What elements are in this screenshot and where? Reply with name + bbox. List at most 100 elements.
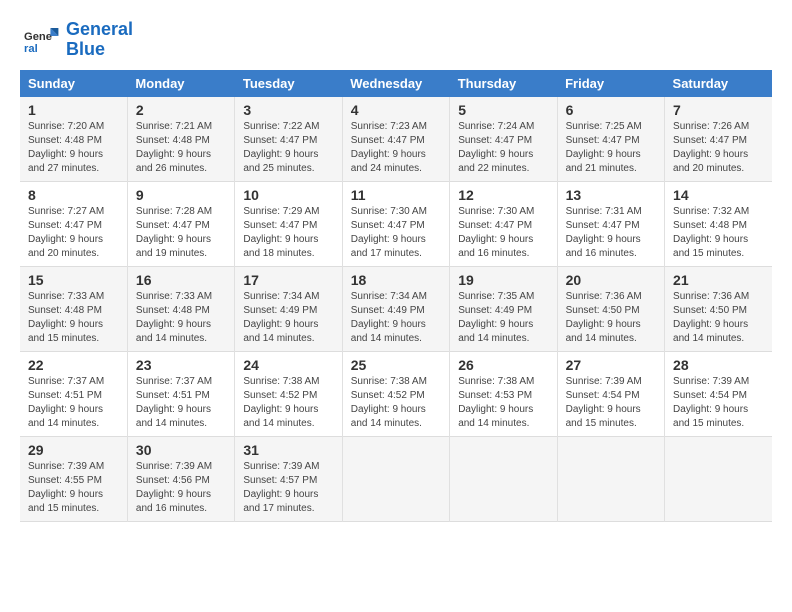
calendar-cell: 3 Sunrise: 7:22 AM Sunset: 4:47 PM Dayli… xyxy=(235,97,342,182)
week-row-5: 29 Sunrise: 7:39 AM Sunset: 4:55 PM Dayl… xyxy=(20,437,772,522)
calendar-cell xyxy=(342,437,449,522)
svg-text:Gene: Gene xyxy=(24,31,52,43)
day-info: Sunrise: 7:36 AM Sunset: 4:50 PM Dayligh… xyxy=(566,290,656,346)
calendar-cell: 31 Sunrise: 7:39 AM Sunset: 4:57 PM Dayl… xyxy=(235,437,342,522)
logo-text: GeneralBlue xyxy=(66,20,133,60)
week-row-2: 8 Sunrise: 7:27 AM Sunset: 4:47 PM Dayli… xyxy=(20,182,772,267)
calendar-table: SundayMondayTuesdayWednesdayThursdayFrid… xyxy=(20,70,772,522)
calendar-cell xyxy=(450,437,557,522)
day-number: 20 xyxy=(566,272,656,288)
logo-icon: Gene ral xyxy=(20,20,60,60)
calendar-cell: 7 Sunrise: 7:26 AM Sunset: 4:47 PM Dayli… xyxy=(665,97,772,182)
calendar-header-row: SundayMondayTuesdayWednesdayThursdayFrid… xyxy=(20,70,772,97)
day-info: Sunrise: 7:31 AM Sunset: 4:47 PM Dayligh… xyxy=(566,205,656,261)
logo: Gene ral GeneralBlue xyxy=(20,20,133,60)
day-info: Sunrise: 7:23 AM Sunset: 4:47 PM Dayligh… xyxy=(351,120,441,176)
day-number: 28 xyxy=(673,357,764,373)
calendar-cell: 16 Sunrise: 7:33 AM Sunset: 4:48 PM Dayl… xyxy=(127,267,234,352)
day-info: Sunrise: 7:38 AM Sunset: 4:53 PM Dayligh… xyxy=(458,375,548,431)
calendar-cell: 14 Sunrise: 7:32 AM Sunset: 4:48 PM Dayl… xyxy=(665,182,772,267)
day-info: Sunrise: 7:39 AM Sunset: 4:54 PM Dayligh… xyxy=(673,375,764,431)
day-number: 8 xyxy=(28,187,119,203)
day-number: 5 xyxy=(458,102,548,118)
day-info: Sunrise: 7:24 AM Sunset: 4:47 PM Dayligh… xyxy=(458,120,548,176)
day-info: Sunrise: 7:33 AM Sunset: 4:48 PM Dayligh… xyxy=(136,290,226,346)
calendar-cell: 1 Sunrise: 7:20 AM Sunset: 4:48 PM Dayli… xyxy=(20,97,127,182)
day-info: Sunrise: 7:39 AM Sunset: 4:54 PM Dayligh… xyxy=(566,375,656,431)
day-info: Sunrise: 7:25 AM Sunset: 4:47 PM Dayligh… xyxy=(566,120,656,176)
day-number: 15 xyxy=(28,272,119,288)
day-number: 23 xyxy=(136,357,226,373)
day-info: Sunrise: 7:39 AM Sunset: 4:55 PM Dayligh… xyxy=(28,460,119,516)
day-info: Sunrise: 7:27 AM Sunset: 4:47 PM Dayligh… xyxy=(28,205,119,261)
calendar-cell: 4 Sunrise: 7:23 AM Sunset: 4:47 PM Dayli… xyxy=(342,97,449,182)
day-info: Sunrise: 7:37 AM Sunset: 4:51 PM Dayligh… xyxy=(28,375,119,431)
calendar-cell xyxy=(665,437,772,522)
calendar-cell: 19 Sunrise: 7:35 AM Sunset: 4:49 PM Dayl… xyxy=(450,267,557,352)
day-number: 25 xyxy=(351,357,441,373)
day-info: Sunrise: 7:35 AM Sunset: 4:49 PM Dayligh… xyxy=(458,290,548,346)
day-number: 1 xyxy=(28,102,119,118)
calendar-cell: 15 Sunrise: 7:33 AM Sunset: 4:48 PM Dayl… xyxy=(20,267,127,352)
calendar-cell: 11 Sunrise: 7:30 AM Sunset: 4:47 PM Dayl… xyxy=(342,182,449,267)
day-info: Sunrise: 7:37 AM Sunset: 4:51 PM Dayligh… xyxy=(136,375,226,431)
day-number: 27 xyxy=(566,357,656,373)
day-number: 7 xyxy=(673,102,764,118)
week-row-1: 1 Sunrise: 7:20 AM Sunset: 4:48 PM Dayli… xyxy=(20,97,772,182)
header-friday: Friday xyxy=(557,70,664,97)
calendar-cell: 2 Sunrise: 7:21 AM Sunset: 4:48 PM Dayli… xyxy=(127,97,234,182)
calendar-cell: 25 Sunrise: 7:38 AM Sunset: 4:52 PM Dayl… xyxy=(342,352,449,437)
day-number: 21 xyxy=(673,272,764,288)
day-info: Sunrise: 7:28 AM Sunset: 4:47 PM Dayligh… xyxy=(136,205,226,261)
calendar-cell: 22 Sunrise: 7:37 AM Sunset: 4:51 PM Dayl… xyxy=(20,352,127,437)
day-number: 26 xyxy=(458,357,548,373)
calendar-cell: 23 Sunrise: 7:37 AM Sunset: 4:51 PM Dayl… xyxy=(127,352,234,437)
calendar-cell: 21 Sunrise: 7:36 AM Sunset: 4:50 PM Dayl… xyxy=(665,267,772,352)
header-tuesday: Tuesday xyxy=(235,70,342,97)
day-info: Sunrise: 7:21 AM Sunset: 4:48 PM Dayligh… xyxy=(136,120,226,176)
day-info: Sunrise: 7:22 AM Sunset: 4:47 PM Dayligh… xyxy=(243,120,333,176)
calendar-cell: 10 Sunrise: 7:29 AM Sunset: 4:47 PM Dayl… xyxy=(235,182,342,267)
day-number: 10 xyxy=(243,187,333,203)
day-info: Sunrise: 7:20 AM Sunset: 4:48 PM Dayligh… xyxy=(28,120,119,176)
header-saturday: Saturday xyxy=(665,70,772,97)
day-number: 16 xyxy=(136,272,226,288)
day-number: 12 xyxy=(458,187,548,203)
calendar-cell: 29 Sunrise: 7:39 AM Sunset: 4:55 PM Dayl… xyxy=(20,437,127,522)
day-info: Sunrise: 7:26 AM Sunset: 4:47 PM Dayligh… xyxy=(673,120,764,176)
page-header: Gene ral GeneralBlue xyxy=(20,20,772,60)
calendar-cell: 28 Sunrise: 7:39 AM Sunset: 4:54 PM Dayl… xyxy=(665,352,772,437)
day-info: Sunrise: 7:32 AM Sunset: 4:48 PM Dayligh… xyxy=(673,205,764,261)
day-number: 6 xyxy=(566,102,656,118)
day-number: 14 xyxy=(673,187,764,203)
calendar-cell: 26 Sunrise: 7:38 AM Sunset: 4:53 PM Dayl… xyxy=(450,352,557,437)
header-sunday: Sunday xyxy=(20,70,127,97)
header-thursday: Thursday xyxy=(450,70,557,97)
calendar-cell: 8 Sunrise: 7:27 AM Sunset: 4:47 PM Dayli… xyxy=(20,182,127,267)
calendar-cell xyxy=(557,437,664,522)
svg-text:ral: ral xyxy=(24,43,38,55)
day-number: 17 xyxy=(243,272,333,288)
day-info: Sunrise: 7:38 AM Sunset: 4:52 PM Dayligh… xyxy=(351,375,441,431)
calendar-cell: 27 Sunrise: 7:39 AM Sunset: 4:54 PM Dayl… xyxy=(557,352,664,437)
day-info: Sunrise: 7:34 AM Sunset: 4:49 PM Dayligh… xyxy=(243,290,333,346)
calendar-cell: 5 Sunrise: 7:24 AM Sunset: 4:47 PM Dayli… xyxy=(450,97,557,182)
day-number: 29 xyxy=(28,442,119,458)
day-info: Sunrise: 7:34 AM Sunset: 4:49 PM Dayligh… xyxy=(351,290,441,346)
day-number: 9 xyxy=(136,187,226,203)
day-number: 24 xyxy=(243,357,333,373)
day-number: 4 xyxy=(351,102,441,118)
day-number: 19 xyxy=(458,272,548,288)
calendar-cell: 13 Sunrise: 7:31 AM Sunset: 4:47 PM Dayl… xyxy=(557,182,664,267)
calendar-cell: 6 Sunrise: 7:25 AM Sunset: 4:47 PM Dayli… xyxy=(557,97,664,182)
calendar-cell: 12 Sunrise: 7:30 AM Sunset: 4:47 PM Dayl… xyxy=(450,182,557,267)
calendar-cell: 30 Sunrise: 7:39 AM Sunset: 4:56 PM Dayl… xyxy=(127,437,234,522)
day-number: 3 xyxy=(243,102,333,118)
day-info: Sunrise: 7:30 AM Sunset: 4:47 PM Dayligh… xyxy=(351,205,441,261)
calendar-cell: 9 Sunrise: 7:28 AM Sunset: 4:47 PM Dayli… xyxy=(127,182,234,267)
day-number: 22 xyxy=(28,357,119,373)
header-monday: Monday xyxy=(127,70,234,97)
day-info: Sunrise: 7:39 AM Sunset: 4:57 PM Dayligh… xyxy=(243,460,333,516)
day-number: 18 xyxy=(351,272,441,288)
header-wednesday: Wednesday xyxy=(342,70,449,97)
